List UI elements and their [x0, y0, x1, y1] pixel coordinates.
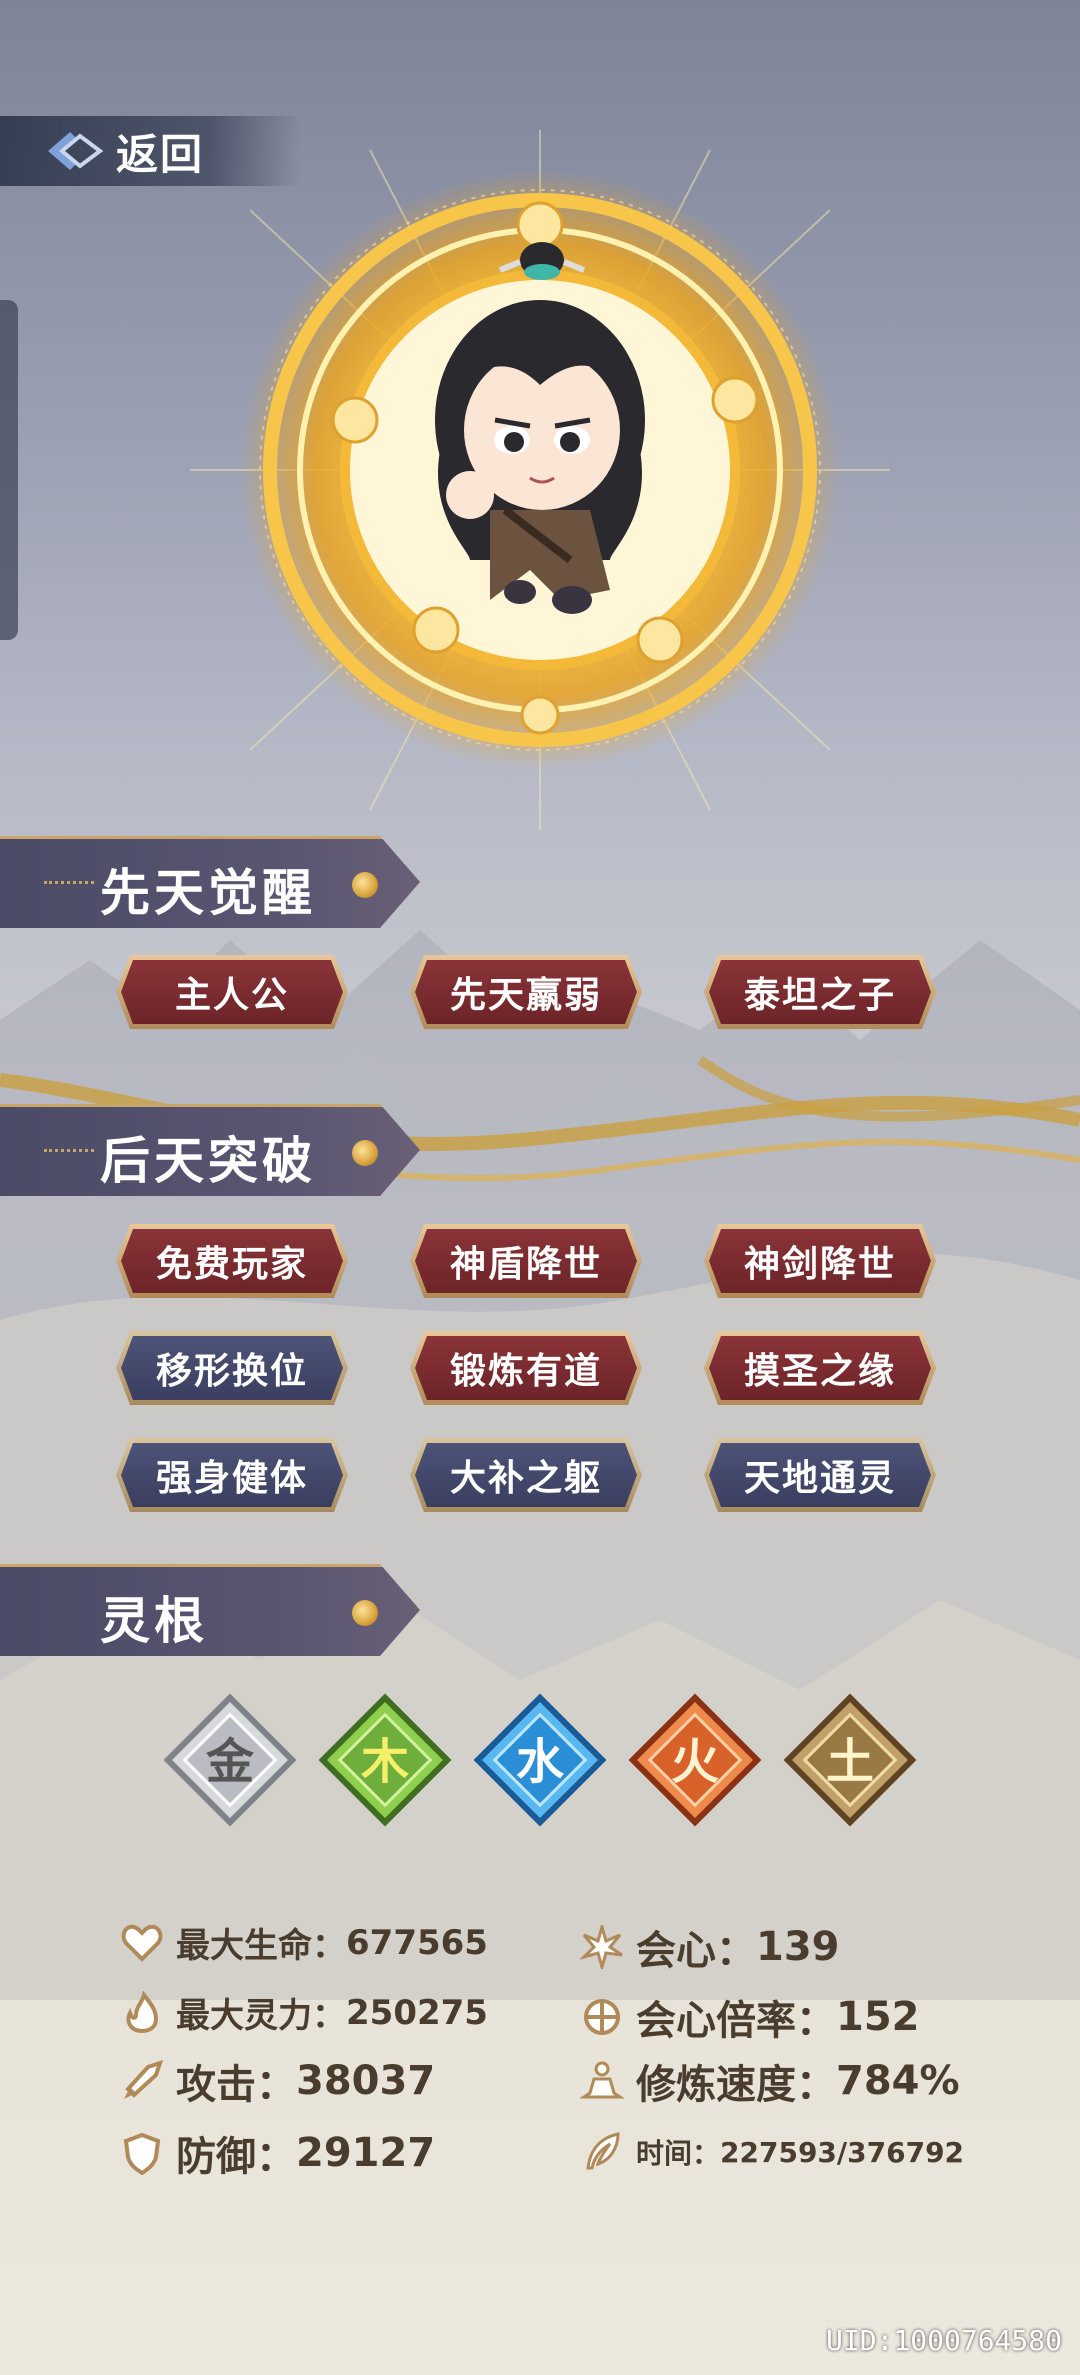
trait-label: 泰坦之子: [709, 960, 931, 1024]
stat-label: 会心倍率：: [636, 1998, 836, 2044]
element-char: 水: [516, 1734, 565, 1790]
sword-icon: [124, 2059, 164, 2099]
element-char: 土: [826, 1734, 874, 1790]
burst-icon: [580, 1925, 623, 1969]
trait-tag[interactable]: 神盾降世: [410, 1224, 642, 1298]
trait-tag[interactable]: 先天羸弱: [410, 955, 642, 1029]
trait-label: 神盾降世: [415, 1229, 637, 1293]
element-char: 木: [361, 1734, 409, 1790]
trait-tag[interactable]: 免费玩家: [116, 1224, 348, 1298]
trait-tag[interactable]: 主人公: [116, 955, 348, 1029]
acquired-breakthrough-header: 后天突破: [0, 1104, 420, 1196]
character-portrait-emblem: [190, 130, 890, 830]
stat-attack: 攻击： 38037: [120, 2052, 435, 2110]
shield-icon: [123, 2132, 161, 2175]
stat-cultivation-speed: 修炼速度： 784%: [580, 2052, 960, 2110]
trait-label: 免费玩家: [121, 1229, 343, 1293]
trait-tag[interactable]: 摸圣之缘: [704, 1331, 936, 1405]
trait-tag[interactable]: 移形换位: [116, 1331, 348, 1405]
stat-max-hp: 最大生命： 677565: [120, 1918, 488, 1967]
stat-label: 会心：: [636, 1928, 756, 1974]
side-drawer-handle[interactable]: [0, 300, 18, 640]
stat-value: 784%: [836, 2058, 960, 2104]
trait-label: 大补之躯: [415, 1443, 637, 1507]
stat-crit: 会心： 139: [580, 1918, 840, 1976]
stat-label: 时间：: [636, 2137, 721, 2170]
section-title: 先天觉醒: [100, 864, 316, 922]
trait-label: 先天羸弱: [415, 960, 637, 1024]
stat-value: 227593/376792: [720, 2135, 965, 2169]
meditate-icon: [580, 2061, 624, 2099]
stat-value: 677565: [346, 1922, 488, 1963]
wood-element-icon[interactable]: 木: [315, 1690, 455, 1830]
stat-label: 防御：: [176, 2134, 296, 2180]
earth-element-icon[interactable]: 土: [780, 1690, 920, 1830]
trait-label: 摸圣之缘: [709, 1336, 931, 1400]
stat-time: 时间： 227593/376792: [580, 2130, 964, 2174]
stat-crit-multiplier: 会心倍率： 152: [580, 1988, 920, 2046]
section-title: 后天突破: [100, 1132, 316, 1190]
trait-tag[interactable]: 天地通灵: [704, 1438, 936, 1512]
trait-tag[interactable]: 神剑降世: [704, 1224, 936, 1298]
stat-value: 38037: [296, 2058, 436, 2104]
stat-defense: 防御： 29127: [120, 2124, 435, 2182]
stat-label: 最大生命：: [176, 1926, 346, 1966]
water-element-icon[interactable]: 水: [470, 1690, 610, 1830]
trait-label: 主人公: [121, 960, 343, 1024]
trait-tag[interactable]: 大补之躯: [410, 1438, 642, 1512]
back-arrow-icon: [48, 132, 104, 170]
header-dots: [44, 1149, 94, 1156]
gem-icon: [352, 1140, 378, 1166]
target-icon: [584, 1999, 620, 2035]
trait-label: 锻炼有道: [415, 1336, 637, 1400]
feather-icon: [586, 2132, 620, 2170]
header-dots: [44, 881, 94, 888]
trait-tag[interactable]: 锻炼有道: [410, 1331, 642, 1405]
stat-label: 攻击：: [176, 2062, 296, 2108]
innate-awakening-header: 先天觉醒: [0, 836, 420, 928]
section-title: 灵根: [100, 1592, 208, 1650]
stat-max-spirit: 最大灵力： 250275: [120, 1988, 488, 2037]
stat-value: 139: [756, 1924, 840, 1970]
spirit-root-header: 灵根: [0, 1564, 420, 1656]
stat-value: 250275: [346, 1992, 488, 2033]
flame-icon: [126, 1990, 159, 2033]
trait-label: 强身健体: [121, 1443, 343, 1507]
heart-icon: [121, 1924, 163, 1962]
stat-label: 最大灵力：: [176, 1996, 346, 2036]
trait-label: 神剑降世: [709, 1229, 931, 1293]
stat-value: 152: [836, 1994, 920, 2040]
trait-tag[interactable]: 强身健体: [116, 1438, 348, 1512]
trait-label: 移形换位: [121, 1336, 343, 1400]
element-row: 金 木 水 火 土: [160, 1690, 920, 1830]
element-char: 火: [671, 1734, 719, 1790]
element-char: 金: [205, 1734, 255, 1790]
user-id: UID:1000764580: [825, 2324, 1062, 2357]
trait-tag[interactable]: 泰坦之子: [704, 955, 936, 1029]
gem-icon: [352, 1600, 378, 1626]
trait-label: 天地通灵: [709, 1443, 931, 1507]
stat-label: 修炼速度：: [636, 2062, 836, 2108]
fire-element-icon[interactable]: 火: [625, 1690, 765, 1830]
metal-element-icon[interactable]: 金: [160, 1690, 300, 1830]
stat-value: 29127: [296, 2130, 436, 2176]
gem-icon: [352, 872, 378, 898]
